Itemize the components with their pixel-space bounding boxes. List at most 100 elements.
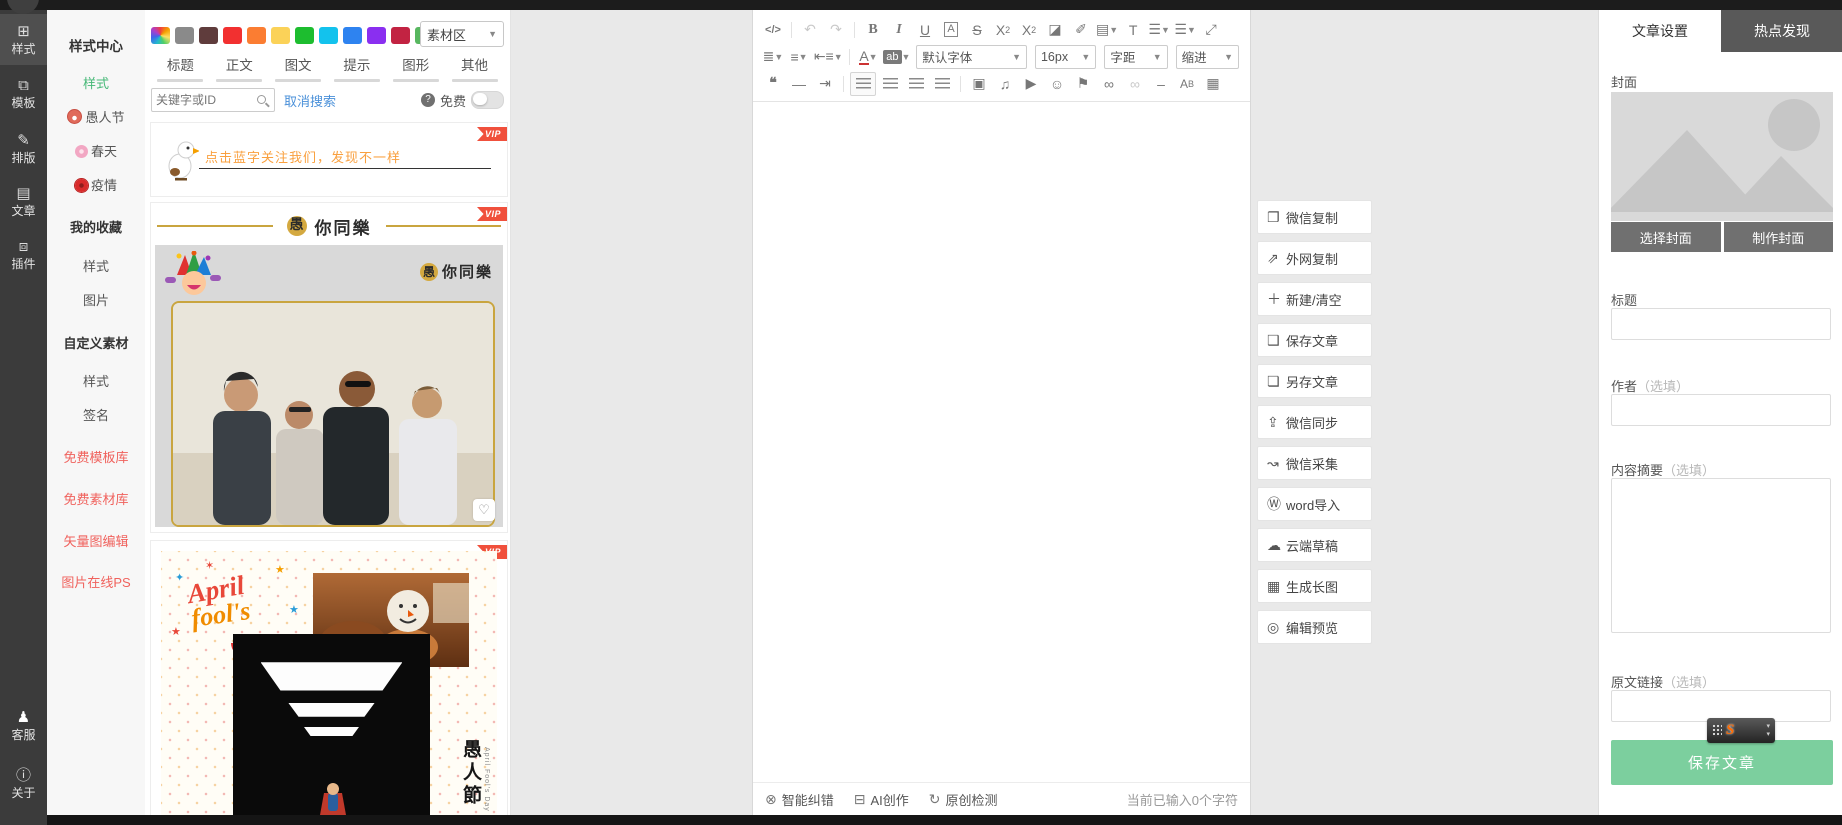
subscript-icon[interactable]: X2 <box>1017 19 1041 41</box>
color-swatch[interactable] <box>223 26 242 44</box>
free-toggle[interactable] <box>471 91 504 109</box>
material-tab[interactable]: 标题 <box>157 54 204 82</box>
rainbow-palette-swatch[interactable] <box>151 26 170 44</box>
letter-spacing-select[interactable]: 字距 ▼ <box>1104 44 1168 69</box>
align-justify-icon[interactable] <box>930 73 954 95</box>
italic-icon[interactable]: I <box>887 19 911 41</box>
text-tool-icon[interactable]: T <box>1121 19 1145 41</box>
material-tab[interactable]: 图形 <box>392 54 439 82</box>
action-button[interactable]: ❐ 微信复制 <box>1257 200 1372 234</box>
choose-cover-button[interactable]: 选择封面 <box>1611 222 1721 252</box>
category-item[interactable]: 免费模板库 <box>47 447 145 466</box>
html-code-icon[interactable]: </> <box>761 19 785 41</box>
align-left-icon[interactable] <box>850 71 876 96</box>
cover-placeholder-image[interactable] <box>1611 92 1833 221</box>
status-tool-button[interactable]: ↻ 原创检测 <box>929 790 998 809</box>
title-input[interactable] <box>1611 308 1831 340</box>
category-item[interactable]: 签名 <box>47 405 145 424</box>
ordered-list-icon[interactable]: ☰ ▼ <box>1147 19 1171 41</box>
bold-icon[interactable]: B <box>861 19 885 41</box>
nav-item-styles[interactable]: ⊞ 样式 <box>0 14 47 65</box>
color-swatch[interactable] <box>391 26 410 44</box>
action-button[interactable]: ❏ 另存文章 <box>1257 364 1372 398</box>
undo-icon[interactable]: ↶ <box>798 19 822 41</box>
margin-select-icon[interactable]: ⇤≡ ▼ <box>813 46 843 68</box>
category-item[interactable]: 愚人节 <box>47 107 145 126</box>
line-height-select-icon[interactable]: ≣ ▼ <box>761 46 785 68</box>
color-swatch[interactable] <box>247 26 266 44</box>
action-button[interactable]: Ⓦ word导入 <box>1257 487 1372 521</box>
style-card-follow-banner[interactable]: VIP 点击蓝字关注我们，发现不一样 <box>150 122 508 197</box>
color-swatch[interactable] <box>319 26 338 44</box>
nav-item-support[interactable]: ♟ 客服 <box>0 710 47 743</box>
format-brush-icon[interactable]: ✐ <box>1069 19 1093 41</box>
insert-emoji-icon[interactable]: ☺ <box>1045 73 1069 95</box>
status-tool-button[interactable]: ⊟ AI创作 <box>854 790 909 809</box>
eraser-icon[interactable]: ◪ <box>1043 19 1067 41</box>
category-item[interactable]: 春天 <box>47 141 145 160</box>
font-family-select[interactable]: 默认字体 ▼ <box>916 44 1027 69</box>
nav-item-plugins[interactable]: ⧈ 插件 <box>0 239 47 272</box>
action-button[interactable]: ☁ 云端草稿 <box>1257 528 1372 562</box>
sogou-ime-widget[interactable]: S ▾ ▾ <box>1707 718 1775 743</box>
underline-icon[interactable]: U <box>913 19 937 41</box>
font-size-select[interactable]: 16px ▼ <box>1034 44 1097 69</box>
category-item[interactable]: 自定义素材 <box>47 333 145 352</box>
category-item[interactable]: 样式 <box>47 371 145 390</box>
font-color-box-icon[interactable]: A <box>939 19 963 41</box>
fullscreen-icon[interactable]: ⤢ <box>1199 19 1223 41</box>
insert-link-icon[interactable]: ∞ <box>1097 73 1121 95</box>
action-button[interactable]: ◎ 编辑预览 <box>1257 610 1372 644</box>
nav-item-articles[interactable]: ▤ 文章 <box>0 186 47 219</box>
category-item[interactable]: 样式 <box>47 256 145 275</box>
material-tab[interactable]: 图文 <box>275 54 322 82</box>
cancel-search-link[interactable]: 取消搜索 <box>284 91 336 110</box>
color-swatch[interactable] <box>295 26 314 44</box>
category-item[interactable]: 免费素材库 <box>47 489 145 508</box>
action-button[interactable]: ❑ 保存文章 <box>1257 323 1372 357</box>
material-tab[interactable]: 其他 <box>451 54 498 82</box>
color-swatch[interactable] <box>175 26 194 44</box>
horizontal-rule-icon[interactable]: — <box>787 73 811 95</box>
unordered-list-icon[interactable]: ☰ ▼ <box>1173 19 1197 41</box>
editor-content-area[interactable] <box>753 102 1250 757</box>
favorite-heart-button[interactable]: ♡ <box>473 499 495 521</box>
color-swatch[interactable] <box>199 26 218 44</box>
template-block-icon[interactable]: ▤ ▼ <box>1095 19 1119 41</box>
insert-map-icon[interactable]: ⚑ <box>1071 73 1095 95</box>
superscript-icon[interactable]: X2 <box>991 19 1015 41</box>
search-box[interactable] <box>151 88 275 112</box>
insert-table-icon[interactable]: ▦ <box>1201 73 1225 95</box>
summary-textarea[interactable] <box>1611 478 1831 633</box>
search-icon[interactable] <box>257 94 270 107</box>
action-button[interactable]: ▦ 生成长图 <box>1257 569 1372 603</box>
category-item[interactable]: 图片在线PS <box>47 572 145 591</box>
category-item[interactable]: 矢量图编辑 <box>47 531 145 550</box>
insert-image-icon[interactable]: ▣ <box>967 73 991 95</box>
indent-select[interactable]: 缩进 ▼ <box>1175 44 1239 69</box>
save-article-button[interactable]: 保存文章 <box>1611 740 1833 785</box>
tab-article-settings[interactable]: 文章设置 <box>1599 10 1721 52</box>
material-tab[interactable]: 正文 <box>216 54 263 82</box>
color-swatch[interactable] <box>271 26 290 44</box>
material-tab[interactable]: 提示 <box>333 54 380 82</box>
insert-audio-icon[interactable]: ♫ <box>993 73 1017 95</box>
action-button[interactable]: ＋ 新建/清空 <box>1257 282 1372 316</box>
nav-item-about[interactable]: ⓘ 关于 <box>0 768 47 801</box>
divider-line-icon[interactable]: – <box>1149 73 1173 95</box>
material-area-select[interactable]: 素材区 ▼ <box>420 21 504 47</box>
redo-icon[interactable]: ↷ <box>824 19 848 41</box>
nav-item-templates[interactable]: ⧉ 模板 <box>0 78 47 111</box>
search-input[interactable] <box>152 93 257 107</box>
action-button[interactable]: ⇗ 外网复制 <box>1257 241 1372 275</box>
style-card-fool-photo[interactable]: VIP 愚 你同樂 愚 你同樂 ♡ <box>150 202 508 533</box>
help-icon[interactable]: ? <box>420 93 435 107</box>
color-swatch[interactable] <box>343 26 362 44</box>
paragraph-spacing-select-icon[interactable]: ≡ ▼ <box>787 46 811 68</box>
author-input[interactable] <box>1611 394 1831 426</box>
blockquote-icon[interactable]: ❝ <box>761 73 785 95</box>
status-tool-button[interactable]: ⊗ 智能纠错 <box>765 790 834 809</box>
make-cover-button[interactable]: 制作封面 <box>1723 222 1833 252</box>
insert-video-icon[interactable]: ▶ <box>1019 73 1043 95</box>
category-item[interactable]: 图片 <box>47 290 145 309</box>
